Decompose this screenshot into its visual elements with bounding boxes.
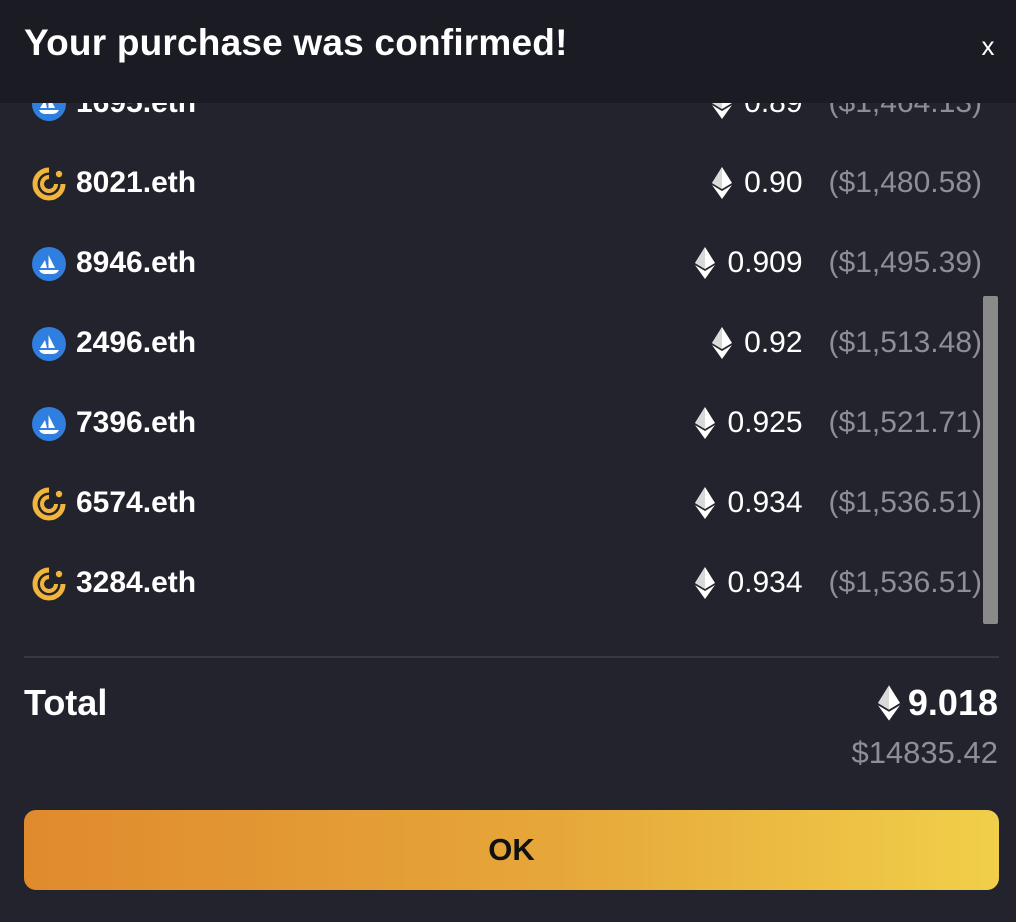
total-label: Total (24, 682, 108, 723)
eth-icon (695, 567, 716, 599)
ok-button[interactable]: OK (24, 810, 999, 890)
list-item: 3284.eth 0.934 ($1,536.51) (0, 544, 1000, 624)
item-name: 6574.eth (76, 486, 197, 519)
dialog-title: Your purchase was confirmed! (24, 22, 568, 63)
close-button[interactable]: x (974, 30, 1002, 62)
item-price: 0.934 ($1,536.51) (695, 566, 982, 600)
dialog-header: Your purchase was confirmed! x (0, 0, 1016, 103)
item-eth: 0.92 (744, 326, 803, 359)
purchased-items-list[interactable]: 1695.eth 0.89 ($1,464.13) 8021.eth 0.90 (0, 64, 1016, 654)
item-name: 2496.eth (76, 326, 197, 359)
item-usd: ($1,513.48) (828, 326, 982, 359)
x2y2-icon (32, 487, 66, 521)
item-usd: ($1,480.58) (828, 166, 982, 199)
opensea-icon (32, 407, 66, 441)
item-price: 0.92 ($1,513.48) (712, 326, 982, 360)
item-price: 0.90 ($1,480.58) (712, 166, 982, 200)
total-eth-value: 9.018 (877, 682, 998, 724)
item-name: 8946.eth (76, 246, 197, 279)
eth-icon (695, 247, 716, 279)
list-item: 7396.eth 0.925 ($1,521.71) (0, 384, 1000, 464)
total-usd-value: $14835.42 (851, 735, 998, 770)
item-usd: ($1,536.51) (828, 566, 982, 599)
total-eth: 9.018 (907, 682, 998, 723)
item-name: 8021.eth (76, 166, 197, 199)
opensea-icon (32, 327, 66, 361)
item-name: 7396.eth (76, 406, 197, 439)
item-price: 0.925 ($1,521.71) (695, 406, 982, 440)
item-price: 0.909 ($1,495.39) (695, 246, 982, 280)
list-item: 8946.eth 0.909 ($1,495.39) (0, 224, 1000, 304)
item-name: 3284.eth (76, 566, 197, 599)
item-price: 0.934 ($1,536.51) (695, 486, 982, 520)
eth-icon (712, 167, 733, 199)
item-eth: 0.925 (727, 406, 803, 439)
item-usd: ($1,495.39) (828, 246, 982, 279)
item-eth: 0.909 (727, 246, 803, 279)
divider (24, 656, 999, 658)
eth-icon (712, 327, 733, 359)
scrollbar-thumb[interactable] (983, 296, 998, 624)
list-item: 6574.eth 0.934 ($1,536.51) (0, 464, 1000, 544)
eth-icon (695, 407, 716, 439)
item-usd: ($1,536.51) (828, 486, 982, 519)
eth-icon (877, 685, 900, 721)
list-item: 8021.eth 0.90 ($1,480.58) (0, 144, 1000, 224)
eth-icon (695, 487, 716, 519)
item-eth: 0.90 (744, 166, 803, 199)
list-item: 2496.eth 0.92 ($1,513.48) (0, 304, 1000, 384)
item-eth: 0.934 (727, 486, 803, 519)
x2y2-icon (32, 567, 66, 601)
item-usd: ($1,521.71) (828, 406, 982, 439)
opensea-icon (32, 247, 66, 281)
item-eth: 0.934 (727, 566, 803, 599)
x2y2-icon (32, 167, 66, 201)
